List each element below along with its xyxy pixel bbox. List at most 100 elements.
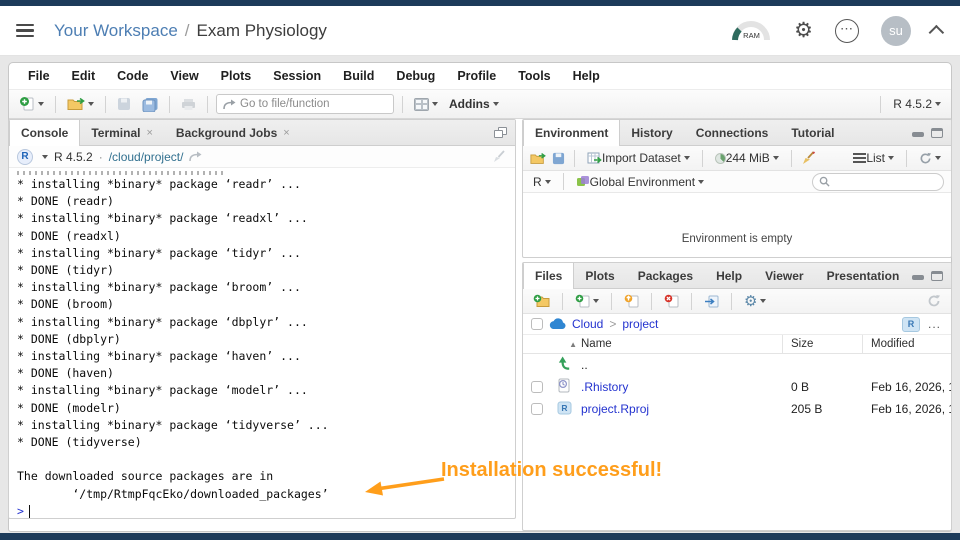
close-tab-icon[interactable]: ×: [146, 127, 152, 139]
console-tab-background-jobs[interactable]: Background Jobs ×: [165, 120, 302, 145]
addins-button[interactable]: Addins: [446, 95, 502, 113]
file-name-link[interactable]: project.Rproj: [581, 402, 649, 416]
environment-tab-tutorial[interactable]: Tutorial: [780, 120, 846, 145]
settings-gear-icon[interactable]: ⚙: [794, 20, 813, 41]
open-file-button[interactable]: [64, 95, 97, 113]
refresh-environment-button[interactable]: [916, 150, 944, 167]
console-line: * DONE (haven): [17, 366, 114, 381]
clear-console-icon[interactable]: [492, 150, 507, 163]
menu-item-debug[interactable]: Debug: [385, 69, 446, 83]
console-prompt-line[interactable]: >: [17, 503, 515, 518]
files-tab-viewer[interactable]: Viewer: [754, 263, 815, 288]
more-files-button[interactable]: ⚙: [741, 292, 769, 311]
maximize-pane-icon[interactable]: [931, 270, 943, 281]
new-file-icon: [20, 97, 34, 111]
column-header-size[interactable]: Size: [783, 335, 863, 353]
menu-item-session[interactable]: Session: [262, 69, 332, 83]
file-checkbox[interactable]: [531, 381, 543, 393]
save-all-button[interactable]: [139, 95, 161, 114]
working-directory[interactable]: /cloud/project/: [109, 150, 184, 164]
pane-layout-button[interactable]: [411, 96, 441, 113]
avatar[interactable]: su: [881, 15, 911, 46]
menu-item-profile[interactable]: Profile: [446, 69, 507, 83]
menu-item-view[interactable]: View: [159, 69, 209, 83]
file-row[interactable]: ..: [523, 354, 951, 376]
workspace-link[interactable]: Your Workspace: [54, 21, 178, 41]
goto-directory-icon[interactable]: [189, 151, 202, 162]
language-label: R: [533, 174, 542, 189]
rproject-badge[interactable]: R: [901, 316, 920, 332]
files-tab-presentation[interactable]: Presentation: [816, 263, 912, 288]
refresh-files-button[interactable]: [924, 292, 944, 310]
column-header-modified[interactable]: Modified: [863, 335, 951, 353]
new-file-button[interactable]: [572, 292, 602, 310]
menu-item-help[interactable]: Help: [562, 69, 611, 83]
memory-pie-icon: [714, 152, 726, 164]
environment-tab-history[interactable]: History: [620, 120, 684, 145]
select-all-checkbox[interactable]: [531, 318, 543, 330]
r-version-selector[interactable]: R 4.5.2: [890, 95, 944, 113]
memory-usage-button[interactable]: 244 MiB: [712, 149, 782, 167]
console-tab-console[interactable]: Console: [9, 120, 81, 146]
breadcrumb-overflow-button[interactable]: ...: [926, 317, 943, 331]
menu-item-code[interactable]: Code: [106, 69, 159, 83]
console-tab-terminal[interactable]: Terminal ×: [80, 120, 165, 145]
menu-item-file[interactable]: File: [17, 69, 61, 83]
goto-file-input[interactable]: [240, 98, 380, 110]
breadcrumb-root-link[interactable]: Cloud: [572, 317, 603, 331]
print-button[interactable]: [178, 96, 199, 113]
import-dataset-button[interactable]: Import Dataset: [584, 149, 693, 167]
console-r-version: R 4.5.2: [54, 149, 93, 164]
minimize-pane-icon[interactable]: [912, 132, 924, 137]
file-name-link[interactable]: ..: [581, 358, 588, 372]
ram-gauge[interactable]: RAM: [730, 20, 772, 42]
environment-tab-environment[interactable]: Environment: [523, 120, 621, 146]
environment-scope-selector[interactable]: Global Environment: [573, 173, 707, 191]
header-controls: RAM ⚙ ⋯ su: [730, 15, 945, 46]
save-workspace-icon[interactable]: [552, 152, 565, 165]
breadcrumb-current-link[interactable]: project: [622, 317, 658, 331]
menu-item-edit[interactable]: Edit: [61, 69, 107, 83]
r-version-label: R 4.5.2: [893, 97, 932, 111]
r-session-caret[interactable]: [42, 154, 48, 159]
console-tabstrip: Console Terminal × Background Jobs ×: [9, 120, 515, 146]
files-tab-help[interactable]: Help: [705, 263, 754, 288]
minimize-pane-icon[interactable]: [912, 275, 924, 280]
menu-item-build[interactable]: Build: [332, 69, 385, 83]
hamburger-menu-icon[interactable]: [16, 23, 34, 38]
environment-tab-connections[interactable]: Connections: [685, 120, 781, 145]
save-button[interactable]: [114, 95, 134, 113]
files-tab-plots[interactable]: Plots: [574, 263, 626, 288]
new-folder-button[interactable]: [530, 292, 553, 310]
file-row[interactable]: Rproject.Rproj 205 B Feb 16, 2026, 1: [523, 398, 951, 420]
files-tab-files[interactable]: Files: [523, 263, 575, 289]
addins-label: Addins: [449, 97, 490, 111]
pane-layout-icon: [414, 97, 429, 111]
environment-search-box[interactable]: [812, 172, 944, 191]
upload-button[interactable]: [621, 292, 642, 310]
console-line: * installing *binary* package ‘readr’ ..…: [17, 177, 301, 191]
file-name-link[interactable]: .Rhistory: [581, 380, 628, 394]
goto-file-box[interactable]: [216, 94, 394, 114]
menu-item-tools[interactable]: Tools: [507, 69, 561, 83]
clear-environment-icon[interactable]: [801, 151, 816, 165]
language-selector[interactable]: R: [530, 173, 554, 191]
menu-item-plots[interactable]: Plots: [210, 69, 263, 83]
delete-file-button[interactable]: [661, 292, 682, 310]
file-checkbox[interactable]: [531, 403, 543, 415]
maximize-pane-icon[interactable]: [494, 127, 507, 138]
list-view-button[interactable]: List: [850, 149, 897, 167]
new-file-button[interactable]: [16, 94, 47, 114]
file-row[interactable]: .Rhistory 0 B Feb 16, 2026, 1: [523, 376, 951, 398]
close-tab-icon[interactable]: ×: [283, 127, 289, 139]
maximize-pane-icon[interactable]: [931, 127, 943, 138]
console-line: * installing *binary* package ‘dbplyr’ .…: [17, 314, 308, 329]
chevron-up-icon[interactable]: [928, 24, 945, 41]
load-workspace-icon[interactable]: [530, 152, 546, 165]
more-options-icon[interactable]: ⋯: [835, 18, 859, 43]
column-header-name[interactable]: Name: [577, 335, 783, 353]
copy-file-button[interactable]: [701, 292, 722, 310]
sort-asc-icon[interactable]: ▲: [551, 340, 577, 349]
files-tab-packages[interactable]: Packages: [627, 263, 705, 288]
subbar-dot: ·: [98, 149, 103, 164]
